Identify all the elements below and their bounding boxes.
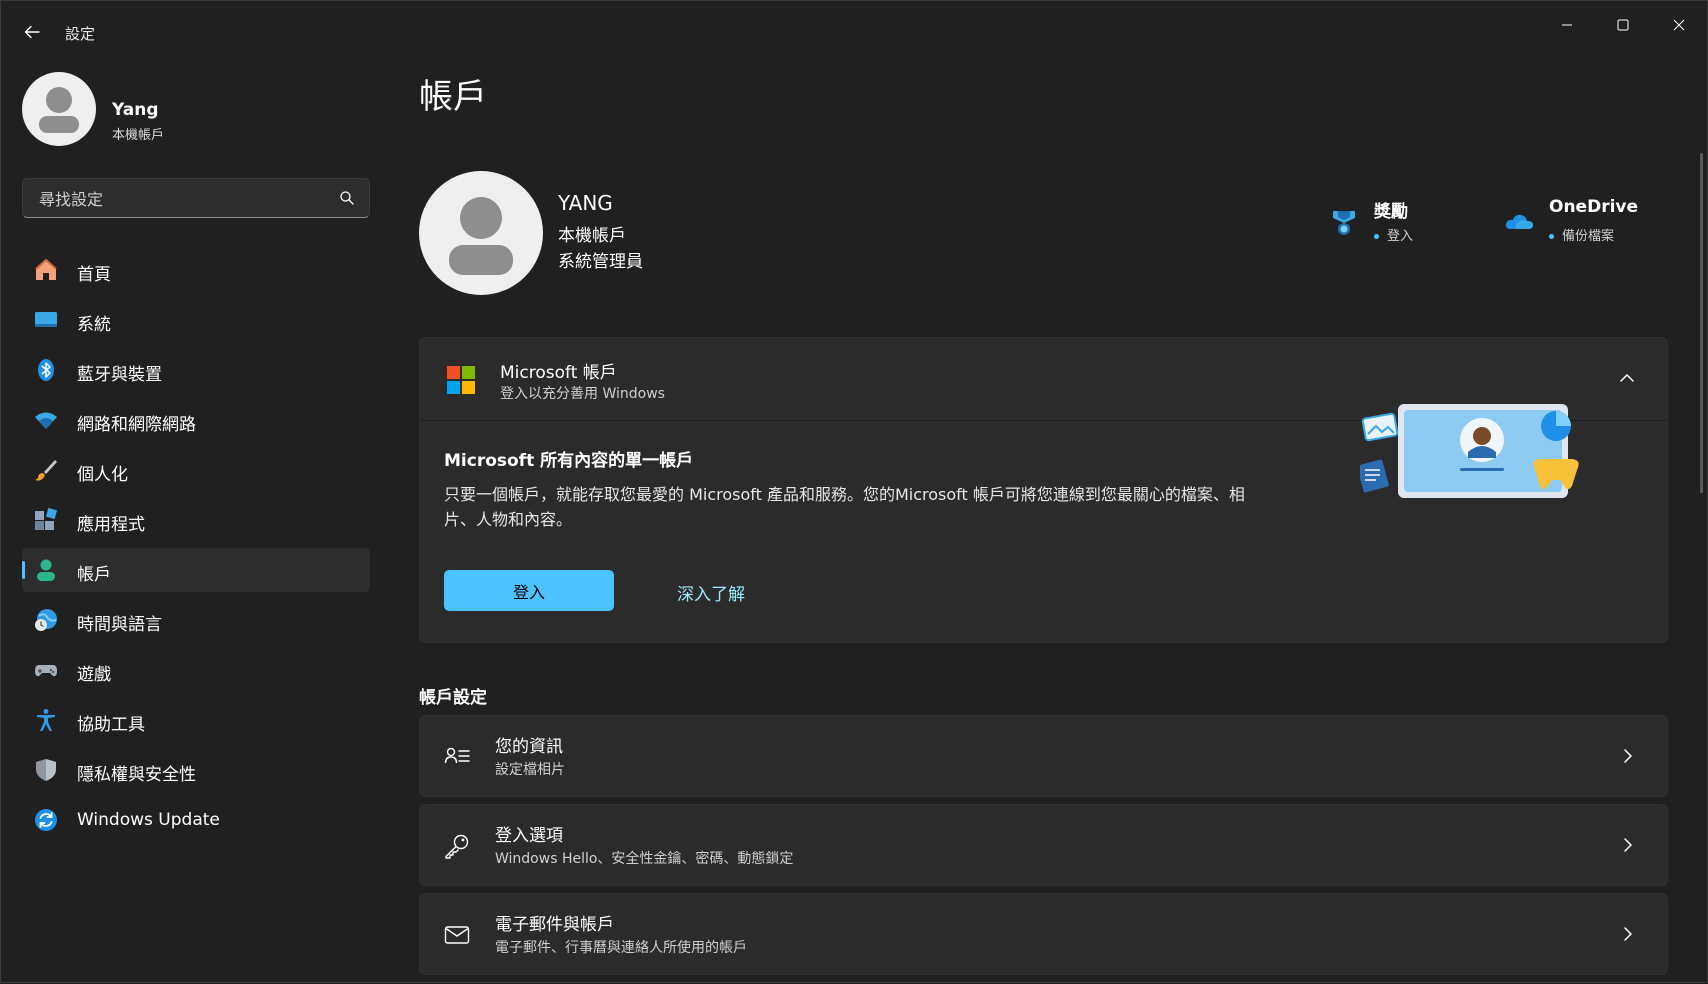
person-list-icon <box>444 747 470 764</box>
learn-more-link[interactable]: 深入了解 <box>677 580 745 605</box>
microsoft-account-title: Microsoft 帳戶 <box>500 363 617 383</box>
person-icon <box>449 197 513 275</box>
sidebar-item-label: 系統 <box>77 315 111 335</box>
rewards-sub-label: 登入 <box>1387 229 1414 244</box>
search-box[interactable] <box>22 178 370 219</box>
active-indicator <box>22 561 25 579</box>
window-title: 設定 <box>65 25 96 43</box>
sidebar-item-accounts[interactable]: 帳戶 <box>22 548 370 592</box>
shield-icon <box>36 759 56 781</box>
gamepad-icon <box>35 665 57 677</box>
apps-icon <box>35 508 58 530</box>
sidebar-item-label: 隱私權與安全性 <box>77 765 196 785</box>
user-role: 系統管理員 <box>558 252 643 272</box>
onedrive-sub-label: 備份檔案 <box>1562 229 1615 244</box>
mail-icon <box>444 926 470 944</box>
user-name: YANG <box>558 191 613 215</box>
microsoft-body-description: 只要一個帳戶，就能存取您最愛的 Microsoft 產品和服務。您的Micros… <box>444 485 1245 529</box>
system-icon <box>35 312 57 327</box>
main-content: 帳戶 YANG 本機帳戶 系統管理員 獎勵 登入 OneDrive 備份檔案 M… <box>419 1 1684 984</box>
sidebar-item-gaming[interactable]: 遊戲 <box>22 648 370 692</box>
user-account-type: 本機帳戶 <box>558 226 626 246</box>
search-icon[interactable] <box>339 190 355 206</box>
onedrive-sub: 備份檔案 <box>1549 225 1614 244</box>
onedrive-icon <box>1505 214 1533 229</box>
sidebar-nav: 首頁 系統 藍牙與裝置 網路和網際網路 個人化 應用程式 帳戶 時間與語言 遊戲… <box>22 248 370 848</box>
back-button[interactable] <box>19 19 45 45</box>
account-icon <box>37 559 55 581</box>
your-info-title: 您的資訊 <box>495 737 563 757</box>
onedrive-title: OneDrive <box>1549 197 1639 217</box>
sidebar-item-label: 時間與語言 <box>77 615 162 635</box>
settings-window: 設定 Yang 本機帳戶 尋找設定 首頁 系統 藍牙與裝置 網路和網際網路 個人… <box>0 0 1708 983</box>
microsoft-body-title: Microsoft 所有內容的單一帳戶 <box>444 451 694 471</box>
accessibility-icon <box>37 709 55 731</box>
sign-in-options-subtitle: Windows Hello、安全性金鑰、密碼、動態鎖定 <box>495 851 794 867</box>
sidebar-item-bluetooth[interactable]: 藍牙與裝置 <box>22 348 370 392</box>
sidebar-item-accessibility[interactable]: 協助工具 <box>22 698 370 742</box>
medal-icon <box>1333 211 1355 235</box>
home-icon <box>35 258 57 280</box>
search-input[interactable] <box>37 179 331 219</box>
scrollbar[interactable] <box>1700 153 1703 493</box>
sidebar-item-label: 協助工具 <box>77 715 145 735</box>
email-accounts-title: 電子郵件與帳戶 <box>495 915 614 935</box>
profile-account-type: 本機帳戶 <box>112 128 165 143</box>
sidebar-item-time-language[interactable]: 時間與語言 <box>22 598 370 642</box>
chevron-right-icon <box>1624 838 1632 852</box>
email-accounts-row[interactable]: 電子郵件與帳戶 電子郵件、行事曆與連絡人所使用的帳戶 <box>419 893 1668 975</box>
microsoft-account-card: Microsoft 帳戶 登入以充分善用 Windows Microsoft 所… <box>419 337 1668 643</box>
sidebar-item-network[interactable]: 網路和網際網路 <box>22 398 370 442</box>
sidebar-item-label: 網路和網際網路 <box>77 415 196 435</box>
sidebar-item-apps[interactable]: 應用程式 <box>22 498 370 542</box>
sidebar-item-privacy[interactable]: 隱私權與安全性 <box>22 748 370 792</box>
sidebar-item-label: 遊戲 <box>77 665 111 685</box>
status-dot <box>1374 234 1379 239</box>
sign-in-options-title: 登入選項 <box>495 826 563 846</box>
profile-name: Yang <box>112 100 159 120</box>
back-arrow-icon <box>24 25 40 39</box>
brush-icon <box>35 460 57 481</box>
chevron-up-icon[interactable] <box>1617 368 1637 388</box>
sign-in-options-row[interactable]: 登入選項 Windows Hello、安全性金鑰、密碼、動態鎖定 <box>419 804 1668 886</box>
your-info-row[interactable]: 您的資訊 設定檔相片 <box>419 715 1668 797</box>
avatar <box>22 72 96 146</box>
bluetooth-icon <box>38 359 54 381</box>
account-settings-heading: 帳戶設定 <box>419 688 487 708</box>
sidebar-item-label: 帳戶 <box>77 565 111 585</box>
your-info-subtitle: 設定檔相片 <box>495 762 565 778</box>
sidebar-item-system[interactable]: 系統 <box>22 298 370 342</box>
microsoft-logo-icon <box>447 366 475 394</box>
chevron-right-icon <box>1624 749 1632 763</box>
email-accounts-subtitle: 電子郵件、行事曆與連絡人所使用的帳戶 <box>495 940 747 956</box>
sidebar-item-label: 藍牙與裝置 <box>77 365 162 385</box>
page-title: 帳戶 <box>419 77 487 117</box>
globe-clock-icon <box>35 609 57 631</box>
chevron-right-icon <box>1624 927 1632 941</box>
sidebar-item-label: 應用程式 <box>77 515 145 535</box>
person-icon <box>39 87 79 133</box>
rewards-title: 獎勵 <box>1374 202 1408 222</box>
sidebar-item-home[interactable]: 首頁 <box>22 248 370 292</box>
sidebar-item-windows-update[interactable]: Windows Update <box>22 798 370 842</box>
wifi-icon <box>35 412 57 429</box>
update-icon <box>35 809 57 831</box>
microsoft-account-subtitle: 登入以充分善用 Windows <box>500 386 665 402</box>
user-avatar[interactable] <box>419 171 543 295</box>
sidebar-item-label: Windows Update <box>77 810 220 830</box>
sidebar-item-label: 個人化 <box>77 465 128 485</box>
sidebar: Yang 本機帳戶 首頁 系統 <box>1 61 391 984</box>
rewards-sub: 登入 <box>1374 225 1413 244</box>
sidebar-item-label: 首頁 <box>77 265 111 285</box>
sidebar-item-personalization[interactable]: 個人化 <box>22 448 370 492</box>
sign-in-button[interactable]: 登入 <box>444 570 614 611</box>
account-illustration <box>1360 404 1579 498</box>
status-dot <box>1549 234 1554 239</box>
key-icon <box>445 834 469 859</box>
